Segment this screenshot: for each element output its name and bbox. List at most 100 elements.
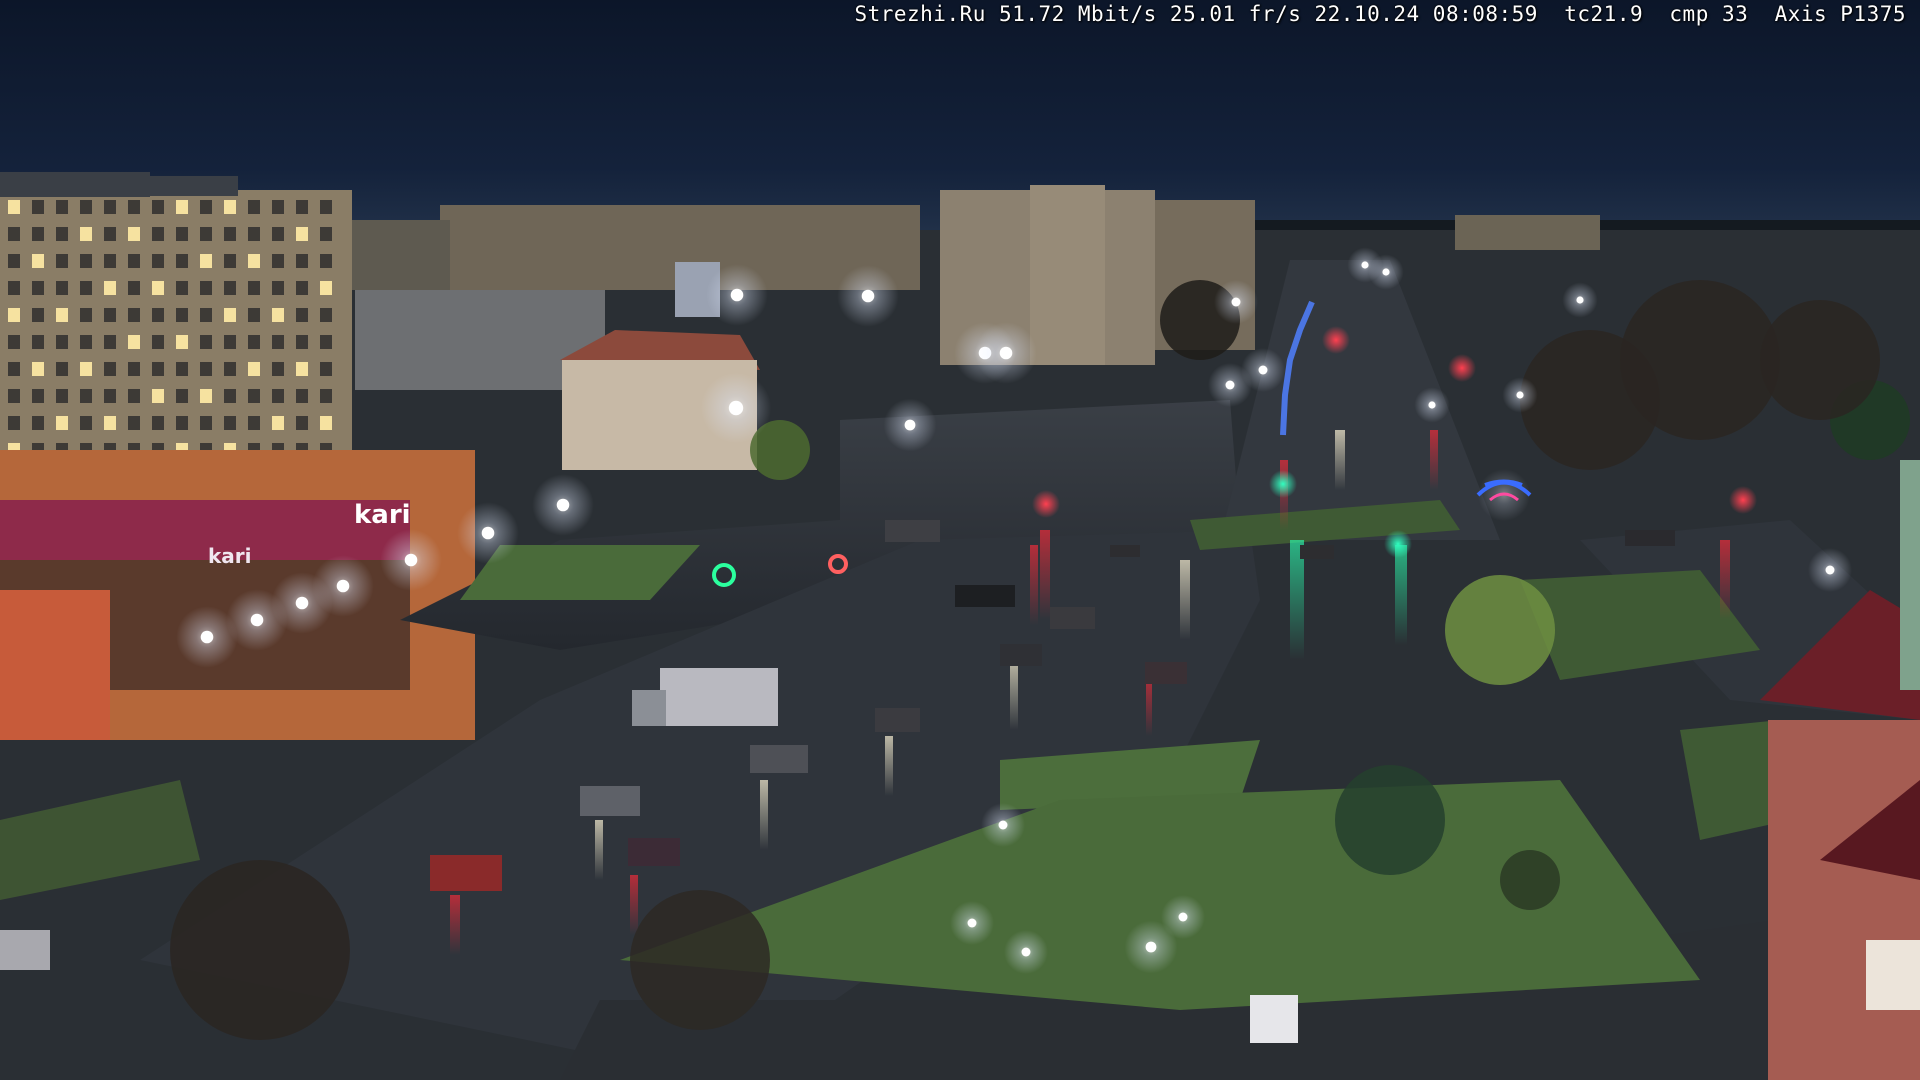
window — [128, 281, 140, 295]
street-lamp — [1258, 365, 1268, 375]
window — [176, 308, 188, 322]
window — [128, 227, 140, 241]
overlay-tc: tc21.9 — [1564, 2, 1644, 26]
window — [176, 335, 188, 349]
window — [8, 389, 20, 403]
store-sign: kari — [354, 500, 411, 530]
light-reflection — [1146, 676, 1152, 736]
window — [296, 227, 308, 241]
window — [56, 308, 68, 322]
street-lamp — [250, 613, 264, 627]
window — [272, 389, 284, 403]
street-lamp — [1428, 401, 1436, 409]
traffic-light — [1448, 354, 1476, 382]
street-lamp — [998, 820, 1008, 830]
light-reflection — [1335, 430, 1345, 490]
window — [8, 254, 20, 268]
traffic-light — [1032, 490, 1060, 518]
overlay-bitrate: 51.72 Mbit/s — [999, 2, 1157, 26]
window — [272, 362, 284, 376]
window — [176, 254, 188, 268]
street-lamp — [404, 553, 418, 567]
street-lamp — [1021, 947, 1031, 957]
window — [272, 254, 284, 268]
store-sign-secondary: kari — [208, 544, 252, 568]
window — [320, 362, 332, 376]
window — [224, 200, 236, 214]
light-reflection — [1030, 545, 1038, 625]
street-scene: kari kari — [0, 0, 1920, 1080]
window — [176, 389, 188, 403]
street-lamp — [1382, 268, 1390, 276]
window — [200, 200, 212, 214]
store-building — [0, 450, 475, 740]
window — [8, 335, 20, 349]
window — [296, 200, 308, 214]
overlay-framerate: 25.01 fr/s — [1169, 2, 1302, 26]
tree — [630, 890, 770, 1030]
light-reflection — [1720, 540, 1730, 620]
window — [80, 335, 92, 349]
tree — [1335, 765, 1445, 875]
overlay-cmp: cmp 33 — [1669, 2, 1749, 26]
window — [224, 362, 236, 376]
window — [128, 308, 140, 322]
street-lamp — [1576, 296, 1584, 304]
window — [224, 227, 236, 241]
street-lamp — [1825, 565, 1835, 575]
window — [8, 227, 20, 241]
window — [200, 254, 212, 268]
window — [152, 254, 164, 268]
window — [296, 308, 308, 322]
window — [224, 389, 236, 403]
window — [200, 389, 212, 403]
window — [56, 389, 68, 403]
window — [296, 416, 308, 430]
window — [32, 200, 44, 214]
window — [176, 200, 188, 214]
window — [248, 389, 260, 403]
window — [296, 362, 308, 376]
light-reflection — [1040, 530, 1050, 620]
overlay-camera-model: Axis P1375 — [1774, 2, 1906, 26]
light-reflection — [450, 895, 460, 955]
window — [176, 227, 188, 241]
webcam-frame: kari kari Strezhi.Ru 51.72 Mbit/s 25.01 … — [0, 0, 1920, 1080]
window — [272, 308, 284, 322]
window — [80, 389, 92, 403]
window — [32, 254, 44, 268]
light-reflection — [1180, 560, 1190, 640]
window — [152, 227, 164, 241]
overlay-datetime: 22.10.24 08:08:59 — [1314, 2, 1538, 26]
window — [176, 281, 188, 295]
street-lamp — [1145, 941, 1157, 953]
window — [296, 389, 308, 403]
window — [320, 254, 332, 268]
window — [248, 335, 260, 349]
street-lamp — [728, 400, 744, 416]
window — [128, 200, 140, 214]
window — [248, 227, 260, 241]
street-lamp — [1361, 261, 1369, 269]
window — [32, 281, 44, 295]
window — [200, 416, 212, 430]
window — [152, 308, 164, 322]
window — [152, 389, 164, 403]
window — [272, 281, 284, 295]
window — [56, 362, 68, 376]
window — [104, 200, 116, 214]
window — [104, 227, 116, 241]
window — [272, 416, 284, 430]
window — [32, 308, 44, 322]
window — [32, 362, 44, 376]
street-lamp — [1225, 380, 1235, 390]
window — [32, 389, 44, 403]
window — [224, 281, 236, 295]
window — [56, 227, 68, 241]
window — [200, 362, 212, 376]
palm-light-decoration — [1476, 469, 1532, 521]
window — [152, 200, 164, 214]
tree — [1500, 850, 1560, 910]
street-lamp — [861, 289, 875, 303]
window — [200, 281, 212, 295]
